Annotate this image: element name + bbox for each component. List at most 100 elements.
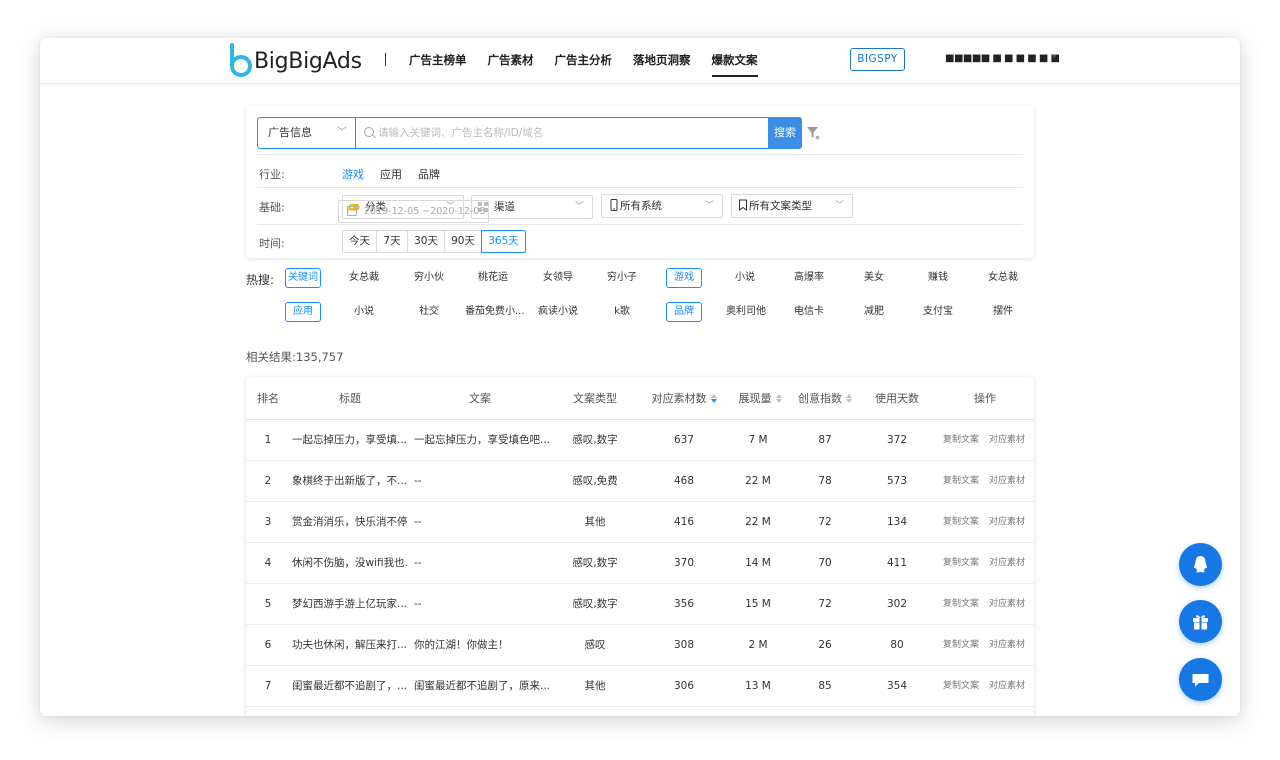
hot-tag-category[interactable]: 应用 bbox=[285, 302, 321, 322]
cell-copy: -- bbox=[414, 598, 422, 610]
hot-tag[interactable]: 社交 bbox=[411, 303, 447, 323]
hot-tag[interactable]: 摆件 bbox=[985, 303, 1021, 323]
sort-icon[interactable] bbox=[846, 393, 852, 403]
cell-creative-index: 87 bbox=[818, 434, 832, 446]
time-30d[interactable]: 30天 bbox=[407, 230, 445, 253]
hot-tag[interactable]: 电信卡 bbox=[791, 303, 827, 323]
view-materials-link[interactable]: 对应素材 bbox=[989, 461, 1029, 501]
copy-text-link[interactable]: 复制文案 bbox=[943, 461, 983, 501]
industry-label: 行业: bbox=[259, 168, 285, 181]
hot-tag[interactable]: 穷小子 bbox=[604, 269, 640, 289]
search-placeholder: 请输入关键词、广告主名称/ID/域名 bbox=[378, 127, 544, 139]
basic-label: 基础: bbox=[259, 201, 285, 214]
cell-days-used: 372 bbox=[886, 434, 908, 446]
copy-text-link[interactable]: 复制文案 bbox=[943, 666, 983, 706]
nav-advertiser-ranking[interactable]: 广告主榜单 bbox=[409, 38, 467, 84]
gift-icon bbox=[1193, 615, 1208, 630]
hot-tag[interactable]: 番茄免费小... bbox=[465, 303, 525, 323]
logo-text: BigBigAds bbox=[254, 48, 362, 74]
view-materials-link[interactable]: 对应素材 bbox=[989, 666, 1029, 706]
copy-text-link[interactable]: 复制文案 bbox=[943, 543, 983, 583]
industry-app[interactable]: 应用 bbox=[380, 166, 402, 182]
table-row: 4 休闲不伤脑，没wifi我也... -- 感叹,数字 370 14 M 70 411 复制文案… bbox=[246, 543, 1034, 584]
hot-tag-category[interactable]: 关键词 bbox=[285, 268, 321, 288]
cell-copy-type: 感叹,免费 bbox=[572, 475, 618, 487]
time-365d[interactable]: 365天 bbox=[481, 230, 526, 253]
cell-days-used: 573 bbox=[886, 475, 908, 487]
hot-tag[interactable]: 赚钱 bbox=[920, 269, 956, 289]
hot-tag[interactable]: 疯读小说 bbox=[535, 303, 581, 323]
view-materials-link[interactable]: 对应素材 bbox=[989, 584, 1029, 624]
nav-ad-materials[interactable]: 广告素材 bbox=[488, 38, 534, 84]
system-select[interactable]: 所有系统 ﹀ bbox=[601, 194, 723, 218]
hot-tag[interactable]: 小说 bbox=[727, 269, 763, 289]
logo[interactable]: BigBigAds bbox=[228, 42, 362, 80]
view-materials-link[interactable]: 对应素材 bbox=[989, 543, 1029, 583]
col-rank: 排名 bbox=[257, 392, 279, 405]
nav-hot-copy[interactable]: 爆款文案 bbox=[711, 38, 758, 84]
sort-icon[interactable] bbox=[710, 393, 717, 403]
time-90d[interactable]: 90天 bbox=[444, 230, 482, 253]
copy-text-link[interactable]: 复制文案 bbox=[943, 584, 983, 624]
hot-tag[interactable]: 减肥 bbox=[856, 303, 892, 323]
bigspy-button[interactable]: BIGSPY bbox=[850, 48, 905, 71]
copy-text-link[interactable]: 复制文案 bbox=[943, 420, 983, 460]
date-range-value: 2019-12-05 ~2020-12-03 bbox=[364, 206, 486, 217]
search-type-select[interactable]: 广告信息 ﹀ bbox=[257, 117, 355, 149]
hot-tag[interactable]: 高爆率 bbox=[791, 269, 827, 289]
search-button[interactable]: 搜索 bbox=[768, 117, 802, 149]
sort-icon[interactable] bbox=[775, 393, 782, 403]
col-copy: 文案 bbox=[469, 392, 491, 405]
cell-copy-type: 感叹,数字 bbox=[572, 434, 618, 446]
chat-button[interactable] bbox=[1179, 658, 1222, 701]
hot-tag[interactable]: 美女 bbox=[856, 269, 892, 289]
cell-copy-type: 其他 bbox=[584, 516, 606, 528]
cell-days-used: 80 bbox=[890, 639, 904, 651]
cell-copy: -- bbox=[414, 516, 422, 528]
user-menu-caret-icon[interactable]: ▾ bbox=[1052, 52, 1056, 61]
search-input[interactable]: 请输入关键词、广告主名称/ID/域名 bbox=[355, 117, 769, 149]
result-count: 相关结果:135,757 bbox=[246, 350, 344, 364]
hot-tag[interactable]: 小说 bbox=[346, 303, 382, 323]
hot-search-label: 热搜: bbox=[246, 273, 275, 287]
chevron-down-icon: ﹀ bbox=[337, 127, 347, 138]
filter-funnel-icon[interactable] bbox=[806, 126, 820, 140]
channel-select[interactable]: 渠道 ﹀ bbox=[471, 195, 593, 219]
hot-tag[interactable]: 女总裁 bbox=[985, 269, 1021, 289]
hot-tag-category[interactable]: 游戏 bbox=[666, 268, 702, 288]
hot-tag[interactable]: 女领导 bbox=[540, 269, 576, 289]
industry-game[interactable]: 游戏 bbox=[342, 166, 364, 182]
time-today[interactable]: 今天 bbox=[342, 230, 377, 253]
gift-button[interactable] bbox=[1179, 600, 1222, 643]
hot-tag[interactable]: 女总裁 bbox=[346, 269, 382, 289]
hot-tag[interactable]: 支付宝 bbox=[920, 303, 956, 323]
time-7d[interactable]: 7天 bbox=[376, 230, 408, 253]
col-views[interactable]: 展现量 bbox=[728, 377, 792, 420]
cell-title: 梦幻西游手游上亿玩家... bbox=[292, 598, 408, 610]
nav-landing-page-insight[interactable]: 落地页洞察 bbox=[633, 38, 691, 84]
copy-text-link[interactable]: 复制文案 bbox=[943, 502, 983, 542]
date-range-picker[interactable]: 2019-12-05 ~2020-12-03 bbox=[338, 200, 489, 223]
col-material-count[interactable]: 对应素材数 bbox=[640, 377, 728, 420]
industry-brand[interactable]: 品牌 bbox=[418, 166, 440, 182]
user-name[interactable]: ■■■■■ ■ ■ ■ ■ ■ ■ bbox=[945, 53, 1060, 64]
copy-type-value: 所有文案类型 bbox=[749, 200, 812, 212]
copy-type-select[interactable]: 所有文案类型 ﹀ bbox=[731, 194, 853, 218]
copy-text-link[interactable]: 复制文案 bbox=[943, 625, 983, 665]
view-materials-link[interactable]: 对应素材 bbox=[989, 420, 1029, 460]
nav-advertiser-analysis[interactable]: 广告主分析 bbox=[555, 38, 613, 84]
col-creative-index[interactable]: 创意指数 bbox=[792, 377, 858, 420]
bookmark-icon bbox=[739, 199, 747, 211]
hot-tag[interactable]: k歌 bbox=[604, 303, 640, 323]
view-materials-link[interactable]: 对应素材 bbox=[989, 502, 1029, 542]
divider bbox=[257, 154, 1023, 155]
hot-tag[interactable]: 桃花运 bbox=[475, 269, 511, 289]
hot-tag[interactable]: 奥利司他 bbox=[723, 303, 769, 323]
cell-views: 15 M bbox=[745, 598, 771, 610]
hot-tag-category[interactable]: 品牌 bbox=[666, 302, 702, 322]
table-row: 1 一起忘掉压力，享受填... 一起忘掉压力，享受填色吧... 感叹,数字 637 7 M… bbox=[246, 420, 1034, 461]
view-materials-link[interactable]: 对应素材 bbox=[989, 625, 1029, 665]
phone-icon bbox=[610, 199, 618, 211]
qq-contact-button[interactable] bbox=[1179, 543, 1222, 586]
hot-tag[interactable]: 穷小伙 bbox=[411, 269, 447, 289]
